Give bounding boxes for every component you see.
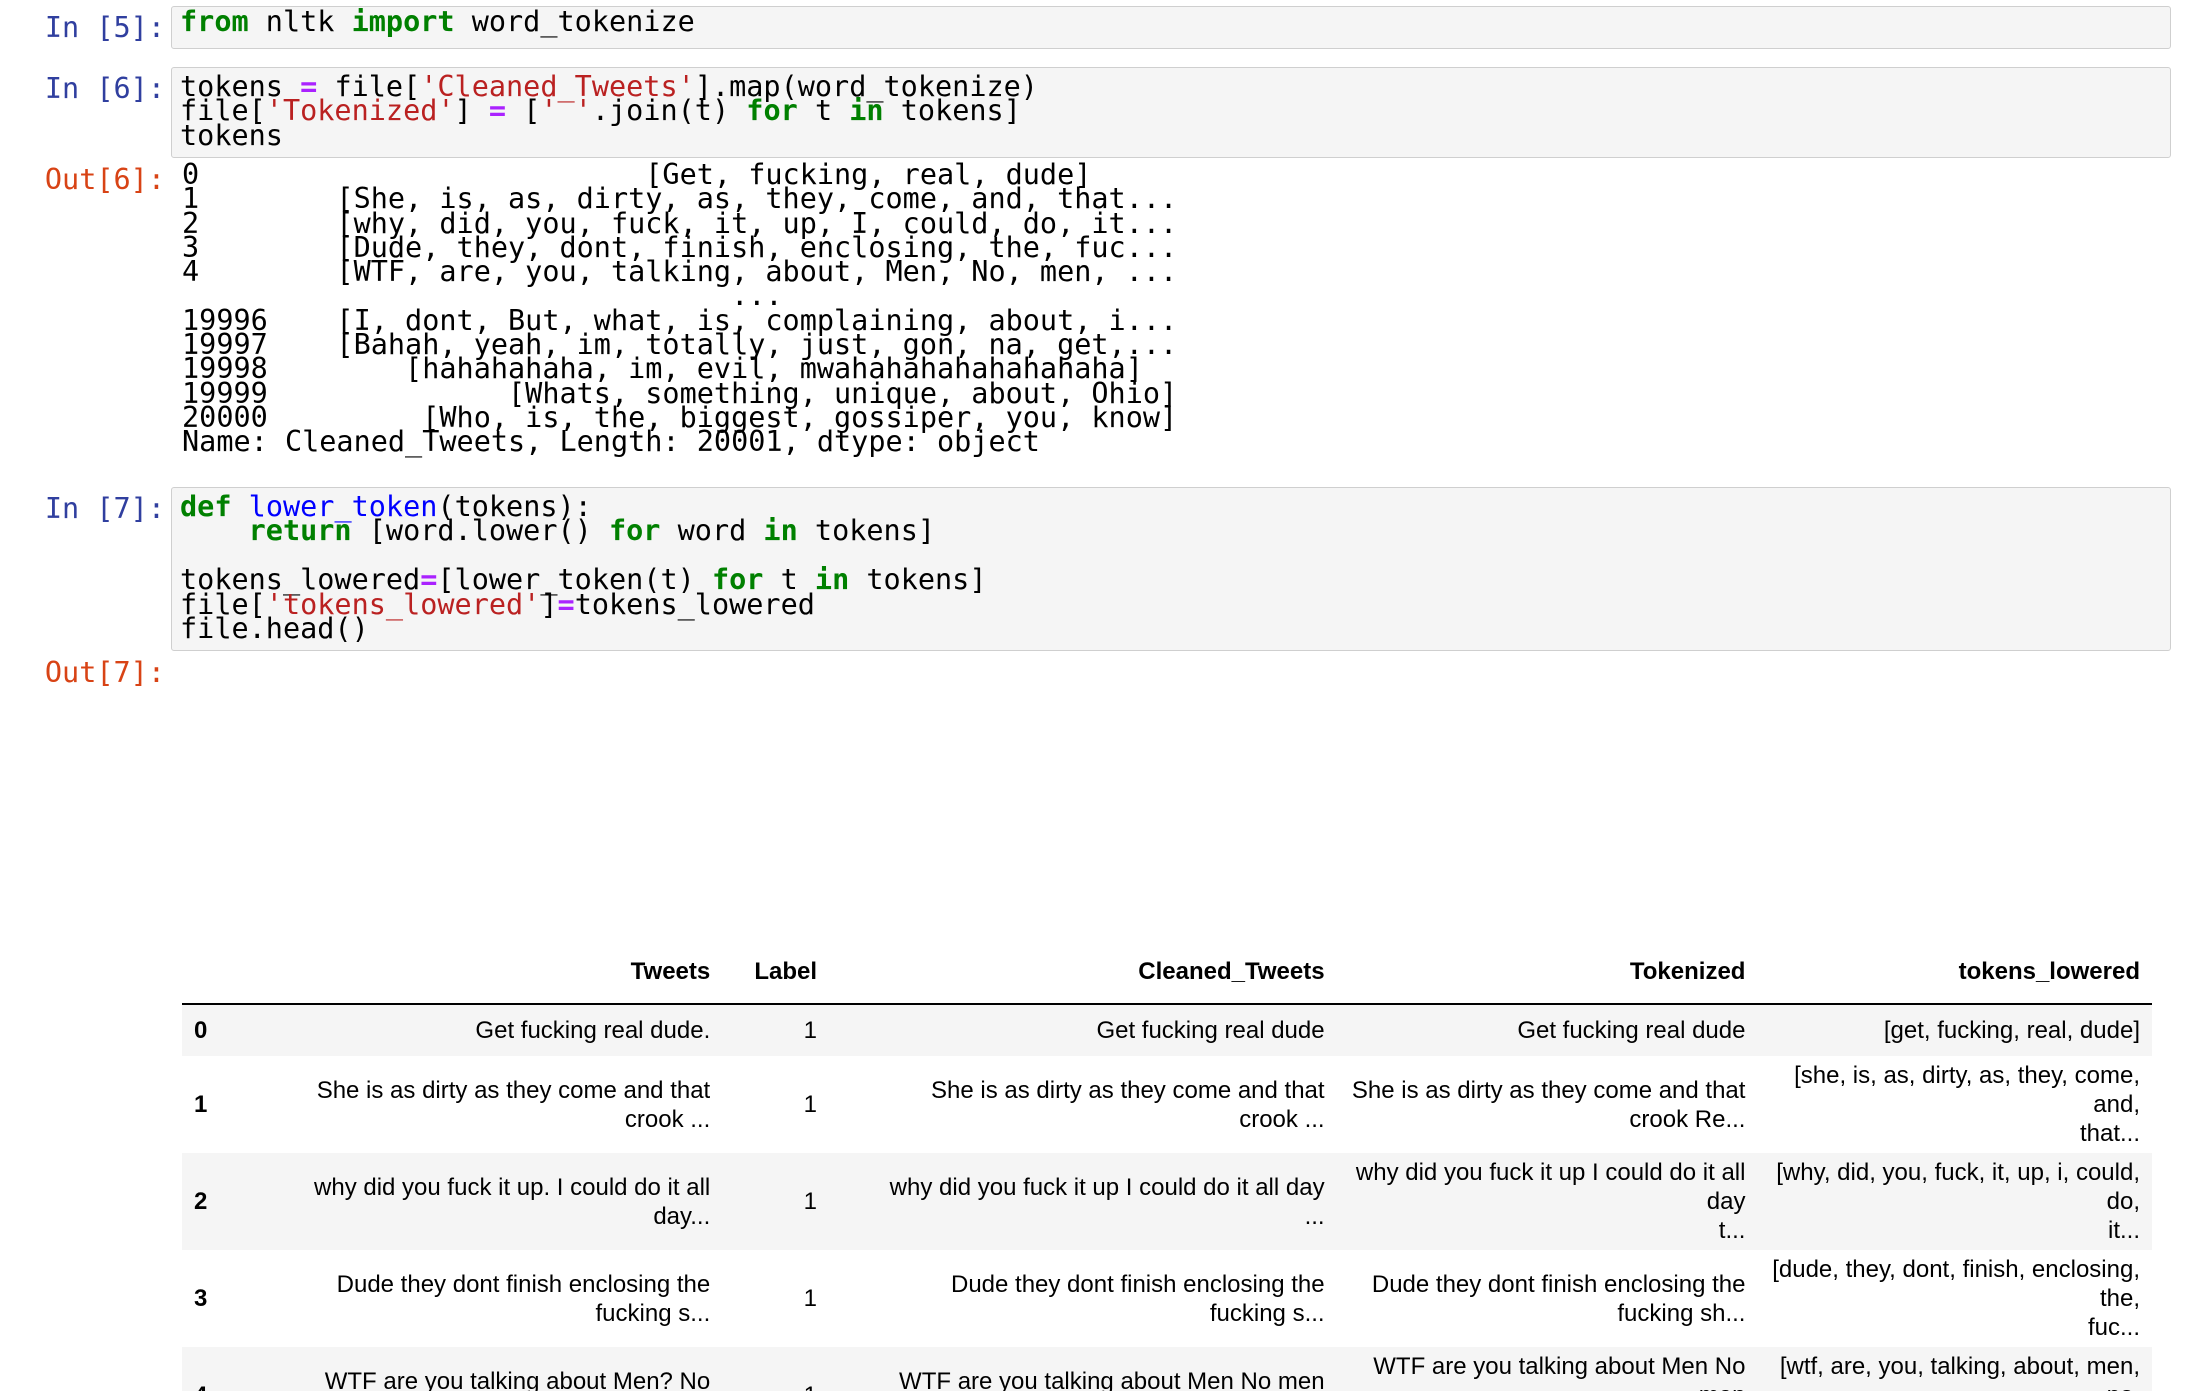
output-series: 0 [Get, fucking, real, dude] 1 [She, is, …	[171, 160, 2171, 456]
code-token: t	[797, 94, 850, 128]
table-cell: Get fucking real dude.	[475, 1017, 711, 1044]
table-cell: Get fucking real dude	[1096, 1017, 1325, 1044]
table-cell: WTF are you talking about Men No menthat…	[899, 1367, 1325, 1391]
table-cell: 1	[803, 1091, 818, 1118]
table-cell: WTF are you talking about Men? Nomen tha…	[324, 1367, 711, 1391]
table-cell: [get, fucking, real, dude]	[1883, 1017, 2140, 1044]
code-token: in	[849, 94, 884, 128]
table-cell: She is as dirty as they come and that cro…	[316, 1076, 711, 1133]
output-prompt-6: Out[6]:	[44, 163, 165, 196]
index-header	[182, 940, 258, 1005]
code-token: ' '	[540, 94, 592, 128]
code-line: file['Tokenized'] = [' '.join(t) for t i…	[180, 97, 2162, 126]
column-header-tokens-lowered: tokens_lowered	[1757, 940, 2152, 1005]
table-cell: She is as dirty as they come and that cro…	[1351, 1076, 1746, 1133]
code-token: from	[180, 5, 249, 38]
table-row: 3 Dude they dont finish enclosing the fuck…	[182, 1250, 2152, 1347]
code-token: return	[248, 514, 352, 548]
code-line: return [word.lower() for word in tokens]	[180, 517, 2162, 546]
code-block: from nltk import word_tokenize	[180, 7, 2162, 36]
table-cell: Dude they dont finish enclosing the fucki…	[336, 1270, 711, 1327]
table-cell: [why, did, you, fuck, it, up, i, could, …	[1776, 1159, 2140, 1244]
code-token: tokens]	[797, 514, 936, 548]
table-header-row: Tweets Label Cleaned_Tweets Tokenized to…	[182, 940, 2152, 1005]
column-header-cleaned-tweets: Cleaned_Tweets	[829, 940, 1337, 1005]
table-cell: [wtf, are, you, talking, about, men, no,…	[1779, 1353, 2140, 1391]
table-cell: why did you fuck it up I could do it all…	[889, 1173, 1325, 1230]
column-header-tweets: Tweets	[257, 940, 723, 1005]
code-token: [	[506, 94, 541, 128]
table-cell: WTF are you talking about Men No menthat…	[1373, 1353, 1746, 1391]
series-output-text: 0 [Get, fucking, real, dude] 1 [She, is, …	[182, 160, 2160, 456]
table-row: 4 WTF are you talking about Men? Nomen th…	[182, 1347, 2152, 1391]
row-index: 1	[194, 1090, 208, 1118]
code-token: =	[557, 587, 575, 621]
table-cell: Get fucking real dude	[1517, 1017, 1746, 1044]
code-token: ]	[454, 94, 489, 128]
table-row: 0 Get fucking real dude. 1 Get fucking real…	[182, 1004, 2152, 1056]
code-token: [word.lower()	[351, 514, 609, 548]
code-token: nltk	[248, 5, 352, 38]
table-cell: Dude they dont finish enclosing the fucki…	[1371, 1270, 1746, 1327]
input-prompt-5: In [5]:	[44, 11, 165, 44]
table-row: 2 why did you fuck it up. I could do it a…	[182, 1153, 2152, 1250]
code-cell-7[interactable]: def lower_token(tokens): return [word.lo…	[171, 487, 2171, 651]
code-token: word	[660, 514, 764, 548]
input-prompt-6: In [6]:	[44, 72, 165, 105]
code-token: =	[488, 94, 507, 128]
code-line: from nltk import word_tokenize	[180, 7, 2162, 36]
code-line: file['tokens_lowered']=tokens_lowered	[180, 590, 2162, 619]
code-token: in	[763, 514, 798, 548]
code-token: tokens]	[849, 563, 987, 597]
code-block: tokens = file['Cleaned_Tweets'].map(word…	[180, 72, 2162, 150]
code-token: word_tokenize	[454, 5, 695, 38]
row-index: 2	[194, 1187, 208, 1215]
table-cell: [dude, they, dont, finish, enclosing, th…	[1772, 1256, 2140, 1341]
dataframe-output: Tweets Label Cleaned_Tweets Tokenized to…	[182, 940, 2152, 1391]
table-cell: Dude they dont finish enclosing the fucki…	[950, 1270, 1325, 1327]
code-block: def lower_token(tokens): return [word.lo…	[180, 492, 2162, 642]
code-token: .join(t)	[591, 94, 747, 128]
column-header-label: Label	[722, 940, 830, 1005]
code-token: tokens_lowered	[574, 587, 815, 621]
dataframe-table: Tweets Label Cleaned_Tweets Tokenized to…	[182, 940, 2152, 1391]
output-prompt-7: Out[7]:	[44, 656, 165, 689]
table-cell: why did you fuck it up. I could do it al…	[314, 1173, 711, 1230]
table-cell: 1	[803, 1285, 818, 1312]
table-cell: 1	[803, 1188, 818, 1215]
table-row: 1 She is as dirty as they come and that cr…	[182, 1056, 2152, 1153]
table-cell: 1	[722, 1347, 829, 1391]
code-token: in	[814, 563, 850, 597]
code-token: import	[351, 5, 455, 38]
code-token: for	[608, 514, 661, 548]
input-prompt-7: In [7]:	[44, 492, 165, 525]
table-cell: She is as dirty as they come and that cro…	[931, 1076, 1325, 1133]
code-token: tokens]	[883, 94, 1021, 128]
code-line: tokens	[180, 121, 2162, 150]
column-header-tokenized: Tokenized	[1336, 940, 1758, 1005]
table-cell: why did you fuck it up I could do it all…	[1355, 1159, 1746, 1244]
code-token: 'Tokenized'	[265, 94, 455, 128]
table-cell: [she, is, as, dirty, as, they, come, and…	[1794, 1062, 2140, 1147]
code-cell-5[interactable]: from nltk import word_tokenize	[171, 6, 2171, 49]
code-cell-6[interactable]: tokens = file['Cleaned_Tweets'].map(word…	[171, 67, 2171, 158]
code-token: tokens	[180, 118, 283, 152]
row-index: 3	[194, 1284, 208, 1312]
code-token: file.head()	[180, 611, 369, 645]
row-index: 0	[194, 1016, 208, 1044]
code-token: for	[746, 94, 798, 128]
code-token: ]	[540, 587, 558, 621]
table-cell: 1	[803, 1017, 818, 1044]
row-index: 4	[182, 1347, 257, 1391]
